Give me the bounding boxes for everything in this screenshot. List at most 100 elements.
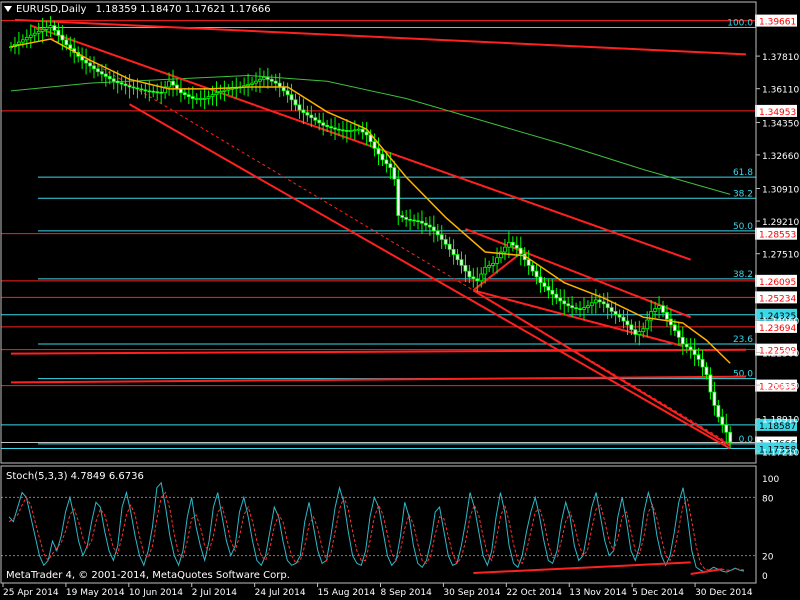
- stoch-y-label: 0: [762, 572, 768, 582]
- candle-body: [427, 224, 432, 228]
- y-tick-label: 1.24060: [762, 317, 799, 327]
- candle-body: [333, 127, 337, 130]
- candle-body: [507, 241, 511, 248]
- candle-body: [182, 92, 187, 96]
- candle-body: [24, 37, 29, 41]
- y-tick-label: 1.27510: [762, 251, 799, 261]
- candle-body: [269, 78, 274, 82]
- fib-label: 38.2: [733, 270, 753, 280]
- candle-body: [147, 90, 152, 93]
- candle-body: [566, 303, 571, 307]
- fib-label: 0.0: [739, 435, 754, 445]
- y-tick-label: 1.18910: [762, 416, 799, 426]
- candle-body: [64, 39, 69, 46]
- candle-body: [273, 80, 278, 84]
- stoch-main-line[interactable]: [8, 481, 745, 573]
- candle-body: [408, 218, 413, 221]
- trendline[interactable]: [30, 24, 692, 261]
- candle-body: [202, 98, 207, 100]
- candle-body: [487, 264, 492, 268]
- candle-body: [420, 220, 424, 224]
- price-chart[interactable]: 100.0 61.8 38.2 50.0 38.2 23.6 50.0 0.0: [1, 16, 756, 450]
- candle-body: [712, 391, 717, 406]
- trendline[interactable]: [465, 228, 692, 319]
- y-tick-label: 1.22360: [762, 349, 799, 359]
- candle-body: [625, 320, 630, 326]
- symbol-label: EURUSD,Daily: [16, 4, 87, 15]
- candle-body: [404, 217, 409, 220]
- stochastic-panel[interactable]: [1, 481, 756, 576]
- stoch-y-label: 20: [762, 553, 774, 563]
- candle-body: [388, 163, 393, 168]
- candle-body: [254, 80, 258, 84]
- price-level-label: 1.25234: [759, 294, 796, 304]
- candle-body: [518, 247, 523, 255]
- candle-body: [562, 300, 567, 305]
- candle-body: [44, 27, 49, 30]
- candle-body: [285, 90, 290, 96]
- candle-body: [376, 147, 381, 155]
- trendline[interactable]: [10, 375, 747, 384]
- candle-body: [60, 34, 65, 41]
- candle-body: [542, 282, 547, 287]
- candle-body: [475, 278, 480, 282]
- x-tick-label: 30 Dec 2014: [695, 588, 753, 598]
- candle-body: [186, 94, 191, 97]
- candle-body: [380, 153, 385, 161]
- fib-label: 23.6: [733, 335, 753, 345]
- chart-canvas[interactable]: 100.0 61.8 38.2 50.0 38.2 23.6 50.0 0.0 1.39661…: [0, 0, 800, 600]
- y-tick-label: 1.17210: [762, 448, 799, 458]
- candle-body: [40, 29, 45, 32]
- candle-body: [96, 68, 100, 73]
- candle-body: [317, 119, 322, 124]
- candle-body: [258, 78, 262, 82]
- candle-body: [325, 124, 330, 128]
- fib-label: 38.2: [733, 189, 753, 199]
- x-tick-label: 15 Aug 2014: [318, 588, 376, 598]
- candle-body: [708, 374, 713, 393]
- candle-body: [226, 88, 231, 91]
- candle-body: [416, 220, 420, 223]
- candle-body: [495, 257, 499, 264]
- fib-label: 50.0: [733, 370, 753, 380]
- candle-body: [372, 141, 377, 149]
- candle-body: [597, 299, 602, 303]
- candle-body: [609, 307, 614, 312]
- candle-body: [586, 305, 590, 309]
- candle-body: [88, 62, 92, 67]
- candle-body: [155, 91, 160, 94]
- candle-body: [483, 266, 488, 275]
- candle-body: [479, 273, 484, 282]
- stoch-title: Stoch(5,3,3) 4.7849 6.6736: [6, 471, 144, 482]
- divergence-line[interactable]: [473, 561, 691, 575]
- candle-body: [17, 41, 21, 45]
- candle-body: [119, 82, 124, 85]
- candle-body: [633, 329, 638, 335]
- candle-body: [451, 249, 456, 255]
- trendline[interactable]: [129, 103, 731, 450]
- trendline[interactable]: [14, 18, 747, 56]
- dropdown-triangle-icon[interactable]: [4, 6, 12, 12]
- x-tick-label: 5 Dec 2014: [632, 588, 684, 598]
- candle-body: [412, 219, 416, 222]
- candle-body: [692, 349, 697, 356]
- candle-body: [657, 305, 661, 309]
- candle-body: [510, 241, 515, 246]
- candle-body: [582, 307, 586, 310]
- stoch-y-label: 80: [762, 494, 774, 504]
- candle-body: [309, 114, 314, 119]
- candle-body: [246, 84, 250, 87]
- candle-body: [514, 244, 519, 249]
- candle-body: [558, 297, 563, 302]
- price-level-label: 1.26095: [759, 278, 796, 288]
- trendline[interactable]: [10, 348, 747, 355]
- candle-body: [123, 83, 128, 86]
- candle-body: [48, 25, 53, 28]
- chart-title: EURUSD,Daily 1.18359 1.18470 1.17621 1.1…: [4, 4, 271, 15]
- candle-body: [621, 316, 626, 322]
- candle-body: [447, 243, 452, 250]
- y-tick-label: 1.30910: [762, 185, 799, 195]
- candle-body: [92, 65, 96, 70]
- candle-body: [198, 98, 203, 100]
- candle-body: [637, 331, 642, 335]
